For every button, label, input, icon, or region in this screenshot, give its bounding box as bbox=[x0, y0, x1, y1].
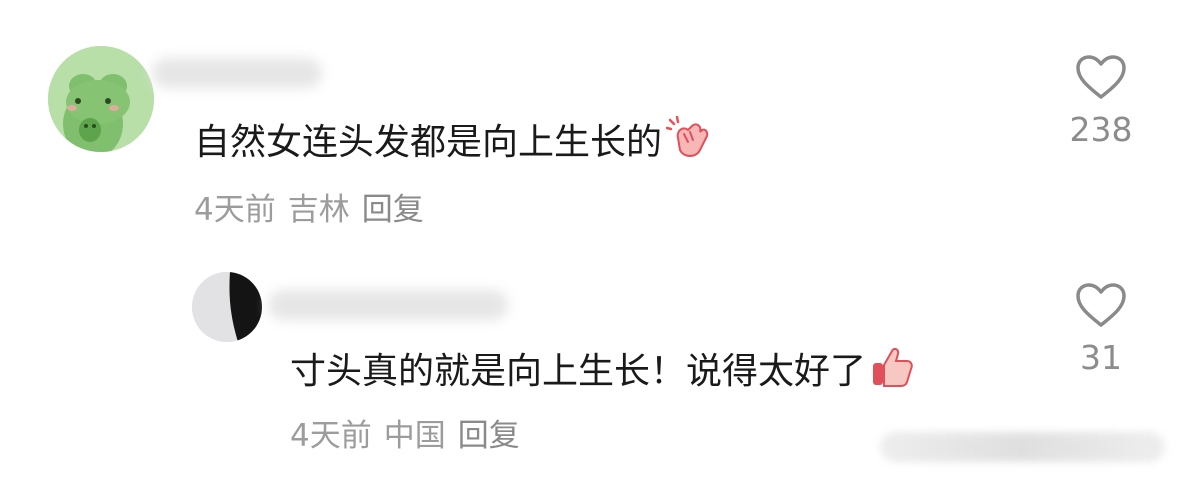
comment-time: 4天前 bbox=[290, 418, 372, 454]
like-count: 31 bbox=[1080, 338, 1122, 377]
avatar[interactable] bbox=[192, 272, 262, 342]
reply-button[interactable]: 回复 bbox=[362, 192, 424, 228]
dark-curve-avatar-icon bbox=[192, 272, 262, 342]
like-button[interactable]: 238 bbox=[1056, 54, 1146, 150]
comment-time: 4天前 bbox=[194, 192, 276, 228]
like-button[interactable]: 31 bbox=[1056, 282, 1146, 378]
watermark bbox=[880, 432, 1165, 462]
thumbs-up-icon bbox=[870, 345, 914, 400]
heart-icon[interactable] bbox=[1075, 54, 1127, 100]
comment-text-content: 寸头真的就是向上生长！说得太好了 bbox=[290, 351, 867, 392]
reply-button[interactable]: 回复 bbox=[458, 418, 520, 454]
comment-location: 中国 bbox=[383, 418, 446, 454]
comment-meta: 4天前 吉林 回复 bbox=[194, 190, 436, 230]
username[interactable] bbox=[268, 290, 508, 320]
waving-hand-icon bbox=[665, 115, 710, 171]
comment-text: 自然女连头发都是向上生长的 bbox=[194, 115, 710, 171]
comment-meta: 4天前 中国 回复 bbox=[290, 416, 532, 456]
username[interactable] bbox=[152, 58, 322, 88]
comment-location: 吉林 bbox=[287, 192, 350, 228]
comment-text: 寸头真的就是向上生长！说得太好了 bbox=[290, 345, 914, 400]
frog-avatar-icon bbox=[48, 46, 154, 152]
like-count: 238 bbox=[1069, 110, 1133, 149]
heart-icon[interactable] bbox=[1075, 282, 1127, 328]
avatar[interactable] bbox=[48, 46, 154, 152]
comment-text-content: 自然女连头发都是向上生长的 bbox=[194, 122, 663, 163]
